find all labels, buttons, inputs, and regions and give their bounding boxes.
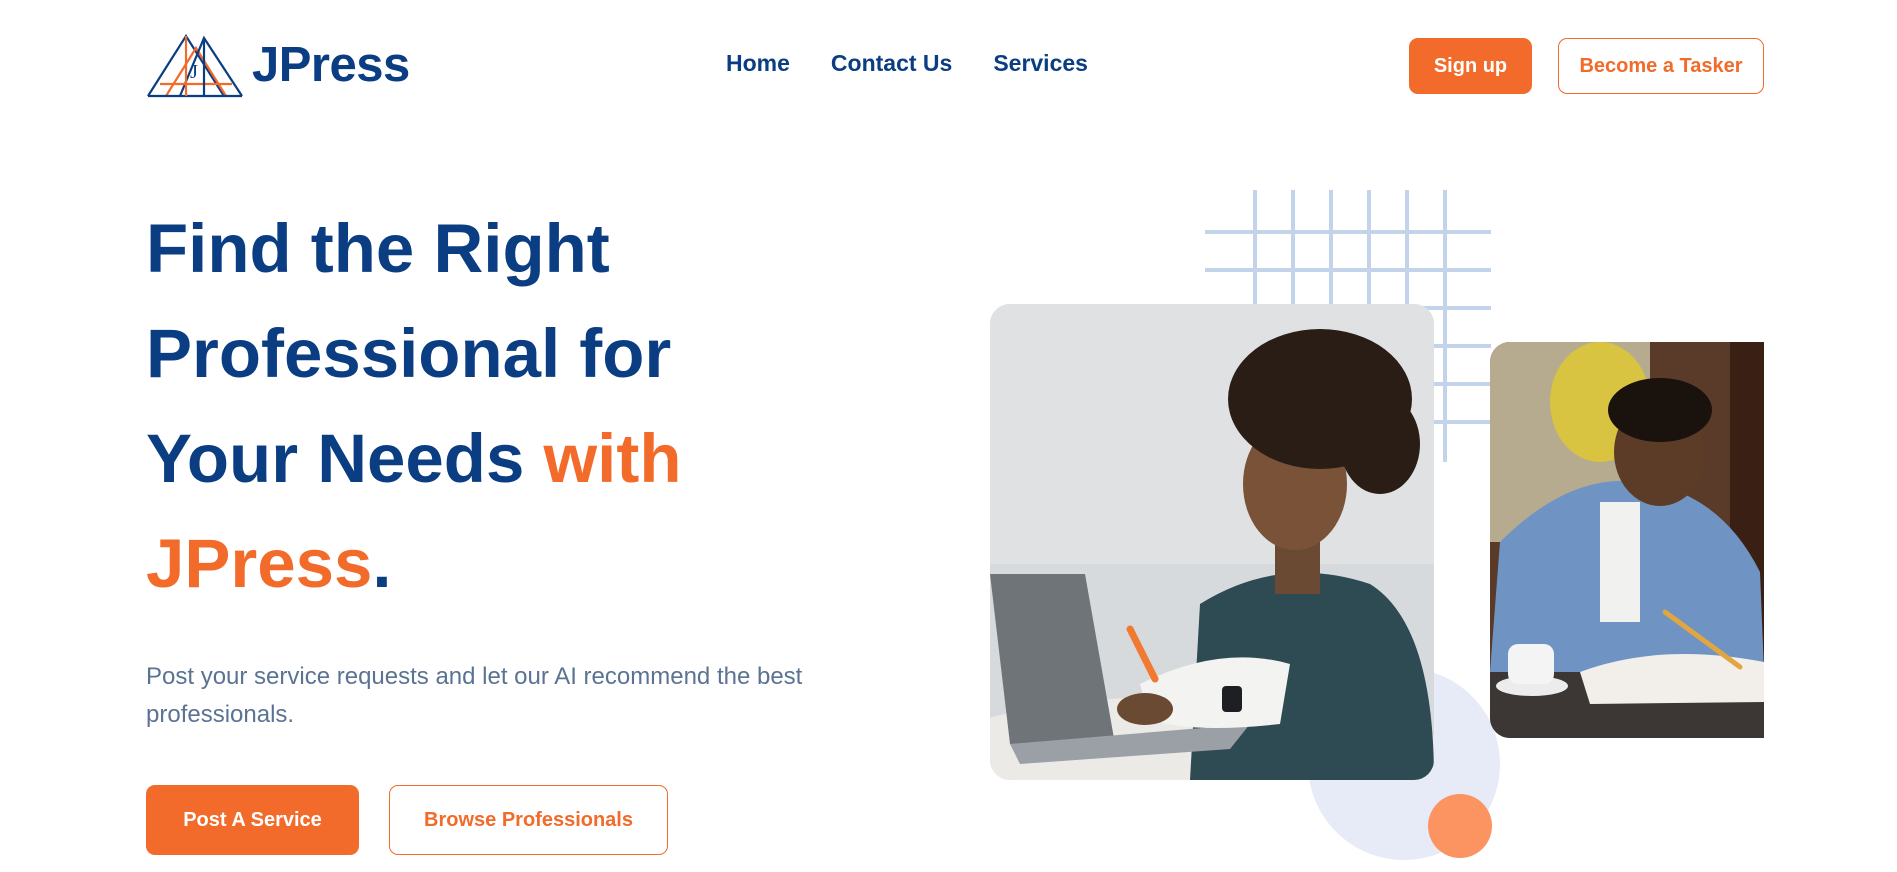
nav-services[interactable]: Services <box>993 50 1088 77</box>
nav-home[interactable]: Home <box>726 50 790 77</box>
student-notebook-photo <box>1490 342 1764 738</box>
hero-title: Find the Right Professional for Your Nee… <box>146 196 826 616</box>
student-laptop-photo <box>990 304 1434 780</box>
post-service-button[interactable]: Post A Service <box>146 785 359 855</box>
browse-professionals-button[interactable]: Browse Professionals <box>389 785 668 855</box>
become-tasker-button[interactable]: Become a Tasker <box>1558 38 1764 94</box>
logo[interactable]: J JPress <box>146 32 410 98</box>
brand-name: JPress <box>252 38 410 92</box>
orange-dot-decoration <box>1428 794 1492 858</box>
logo-letter: J <box>190 61 198 83</box>
bridge-logo-icon: J <box>147 33 243 98</box>
site-header: J JPress Home Contact Us Services Sign u… <box>0 0 1897 130</box>
hero-subtitle: Post your service requests and let our A… <box>146 663 803 728</box>
signup-button[interactable]: Sign up <box>1409 38 1532 94</box>
hero-title-end: . <box>372 525 392 602</box>
nav-contact-us[interactable]: Contact Us <box>831 50 952 77</box>
main-nav: Home Contact Us Services <box>726 50 1088 77</box>
